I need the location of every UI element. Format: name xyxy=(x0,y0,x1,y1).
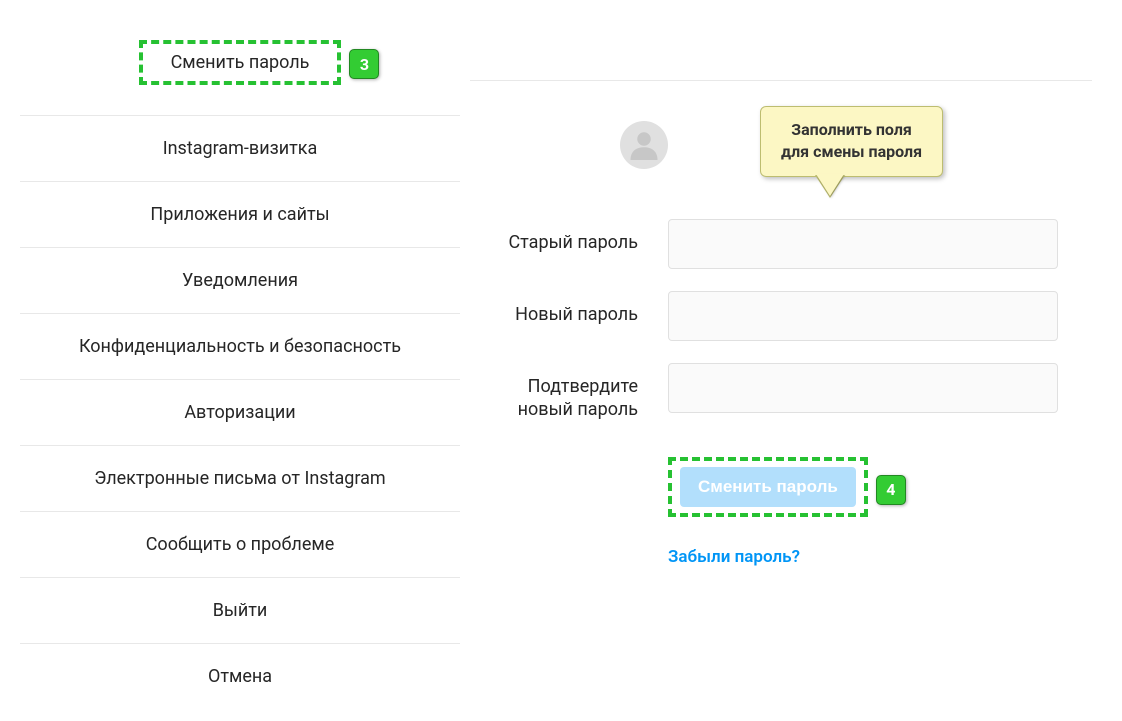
sidebar-item-label: Отмена xyxy=(208,666,272,687)
sidebar-item-cancel[interactable]: Отмена xyxy=(20,644,460,709)
sidebar-item-label: Instagram-визитка xyxy=(163,138,318,159)
divider xyxy=(470,80,1092,81)
sidebar-item-change-password[interactable]: Сменить пароль 3 xyxy=(20,30,460,116)
tooltip-line2: для смены пароля xyxy=(781,141,922,163)
main-content: Заполнить поля для смены пароля Старый п… xyxy=(460,30,1122,709)
form-row-old-password: Старый пароль xyxy=(470,219,1092,269)
avatar xyxy=(620,121,668,169)
confirm-password-label: Подтвердите новый пароль xyxy=(470,363,668,422)
forgot-password-row: Забыли пароль? xyxy=(470,547,1092,567)
sidebar-item-notifications[interactable]: Уведомления xyxy=(20,248,460,314)
person-icon xyxy=(626,127,662,163)
sidebar-item-label: Выйти xyxy=(213,600,268,621)
sidebar-item-report-problem[interactable]: Сообщить о проблеме xyxy=(20,512,460,578)
form-row-new-password: Новый пароль xyxy=(470,291,1092,341)
step-badge-4: 4 xyxy=(876,475,906,505)
annotation-highlight-step3: Сменить пароль 3 xyxy=(139,40,342,85)
forgot-password-link[interactable]: Забыли пароль? xyxy=(668,547,800,567)
sidebar-item-label: Сообщить о проблеме xyxy=(146,534,335,555)
old-password-input[interactable] xyxy=(668,219,1058,269)
step-badge-3: 3 xyxy=(349,49,379,79)
sidebar-item-label: Авторизации xyxy=(184,402,295,423)
confirm-password-input[interactable] xyxy=(668,363,1058,413)
submit-row: Сменить пароль 4 xyxy=(470,457,1092,517)
tooltip-line1: Заполнить поля xyxy=(781,119,922,141)
sidebar-item-label: Электронные письма от Instagram xyxy=(94,468,385,489)
form-row-confirm-password: Подтвердите новый пароль xyxy=(470,363,1092,422)
profile-header: Заполнить поля для смены пароля xyxy=(470,121,1092,169)
sidebar-item-apps-websites[interactable]: Приложения и сайты xyxy=(20,182,460,248)
sidebar-item-logout[interactable]: Выйти xyxy=(20,578,460,644)
sidebar-item-login-activity[interactable]: Авторизации xyxy=(20,380,460,446)
annotation-highlight-step4: Сменить пароль 4 xyxy=(668,457,868,517)
new-password-label: Новый пароль xyxy=(470,291,668,326)
sidebar-item-nametag[interactable]: Instagram-визитка xyxy=(20,116,460,182)
change-password-button[interactable]: Сменить пароль xyxy=(680,467,856,507)
sidebar-item-privacy-security[interactable]: Конфиденциальность и безопасность xyxy=(20,314,460,380)
new-password-input[interactable] xyxy=(668,291,1058,341)
sidebar-item-label: Уведомления xyxy=(182,270,298,291)
old-password-label: Старый пароль xyxy=(470,219,668,254)
settings-sidebar: Сменить пароль 3 Instagram-визитка Прило… xyxy=(0,30,460,709)
sidebar-item-label: Конфиденциальность и безопасность xyxy=(79,336,401,357)
sidebar-item-label: Сменить пароль xyxy=(171,52,310,73)
annotation-tooltip: Заполнить поля для смены пароля xyxy=(760,106,943,177)
sidebar-item-emails[interactable]: Электронные письма от Instagram xyxy=(20,446,460,512)
sidebar-item-label: Приложения и сайты xyxy=(150,204,329,225)
